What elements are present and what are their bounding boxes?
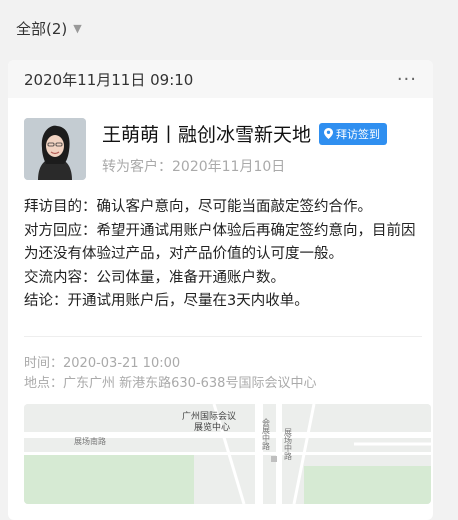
- convert-label: 转为客户：: [102, 159, 172, 175]
- note-conclusion: 结论：开通试用账户后，尽量在3天内收单。: [24, 293, 309, 309]
- filter-label: 全部(2): [16, 19, 68, 38]
- record-datetime: 2020年11月11日 09:10: [24, 70, 194, 89]
- filter-dropdown[interactable]: 全部(2) ▼: [0, 0, 458, 56]
- map-road-label: 展场南路: [74, 436, 106, 446]
- visit-location[interactable]: 地点：广东广州 新港东路630-638号国际会议中心: [24, 374, 316, 394]
- visit-time: 时间：2020-03-21 10:00: [24, 356, 181, 371]
- card-header: 2020年11月11日 09:10 ···: [8, 60, 433, 98]
- visit-record-card[interactable]: 2020年11月11日 09:10 ··· 王萌萌丨融创冰雪新天地 拜访签到 转…: [8, 60, 433, 520]
- visit-meta: 时间：2020-03-21 10:00 地点：广东广州 新港东路630-638号…: [24, 354, 316, 394]
- location-map[interactable]: 展场南路 广州国际会议 展览中心 会展中路 展场中路: [24, 404, 431, 504]
- visit-notes: 拜访目的：确认客户意向，尽可能当面敲定签约合作。 对方回应：希望开通试用账户体验…: [24, 196, 429, 314]
- note-purpose: 拜访目的：确认客户意向，尽可能当面敲定签约合作。: [24, 199, 372, 215]
- convert-date: 2020年11月10日: [172, 159, 286, 175]
- more-horizontal-icon[interactable]: ···: [397, 69, 417, 90]
- note-response: 对方回应：希望开通试用账户体验后再确定签约意向，目前因为还没有体验过产品，对产品…: [24, 222, 416, 263]
- map-road-label: 展场中路: [284, 428, 293, 460]
- badge-label: 拜访签到: [336, 127, 381, 141]
- note-content: 交流内容：公司体量，准备开通账户数。: [24, 269, 285, 286]
- avatar: [24, 118, 86, 180]
- chevron-down-icon: ▼: [73, 21, 82, 35]
- map-road-label: 会展中路: [262, 417, 271, 450]
- customer-name: 王萌萌丨融创冰雪新天地: [102, 124, 312, 146]
- convert-info: 转为客户：2020年11月10日: [102, 156, 387, 176]
- customer-profile: 王萌萌丨融创冰雪新天地 拜访签到 转为客户：2020年11月10日: [24, 118, 388, 180]
- divider: [24, 336, 422, 337]
- location-pin-icon: [324, 128, 334, 139]
- visit-checkin-badge: 拜访签到: [319, 122, 388, 145]
